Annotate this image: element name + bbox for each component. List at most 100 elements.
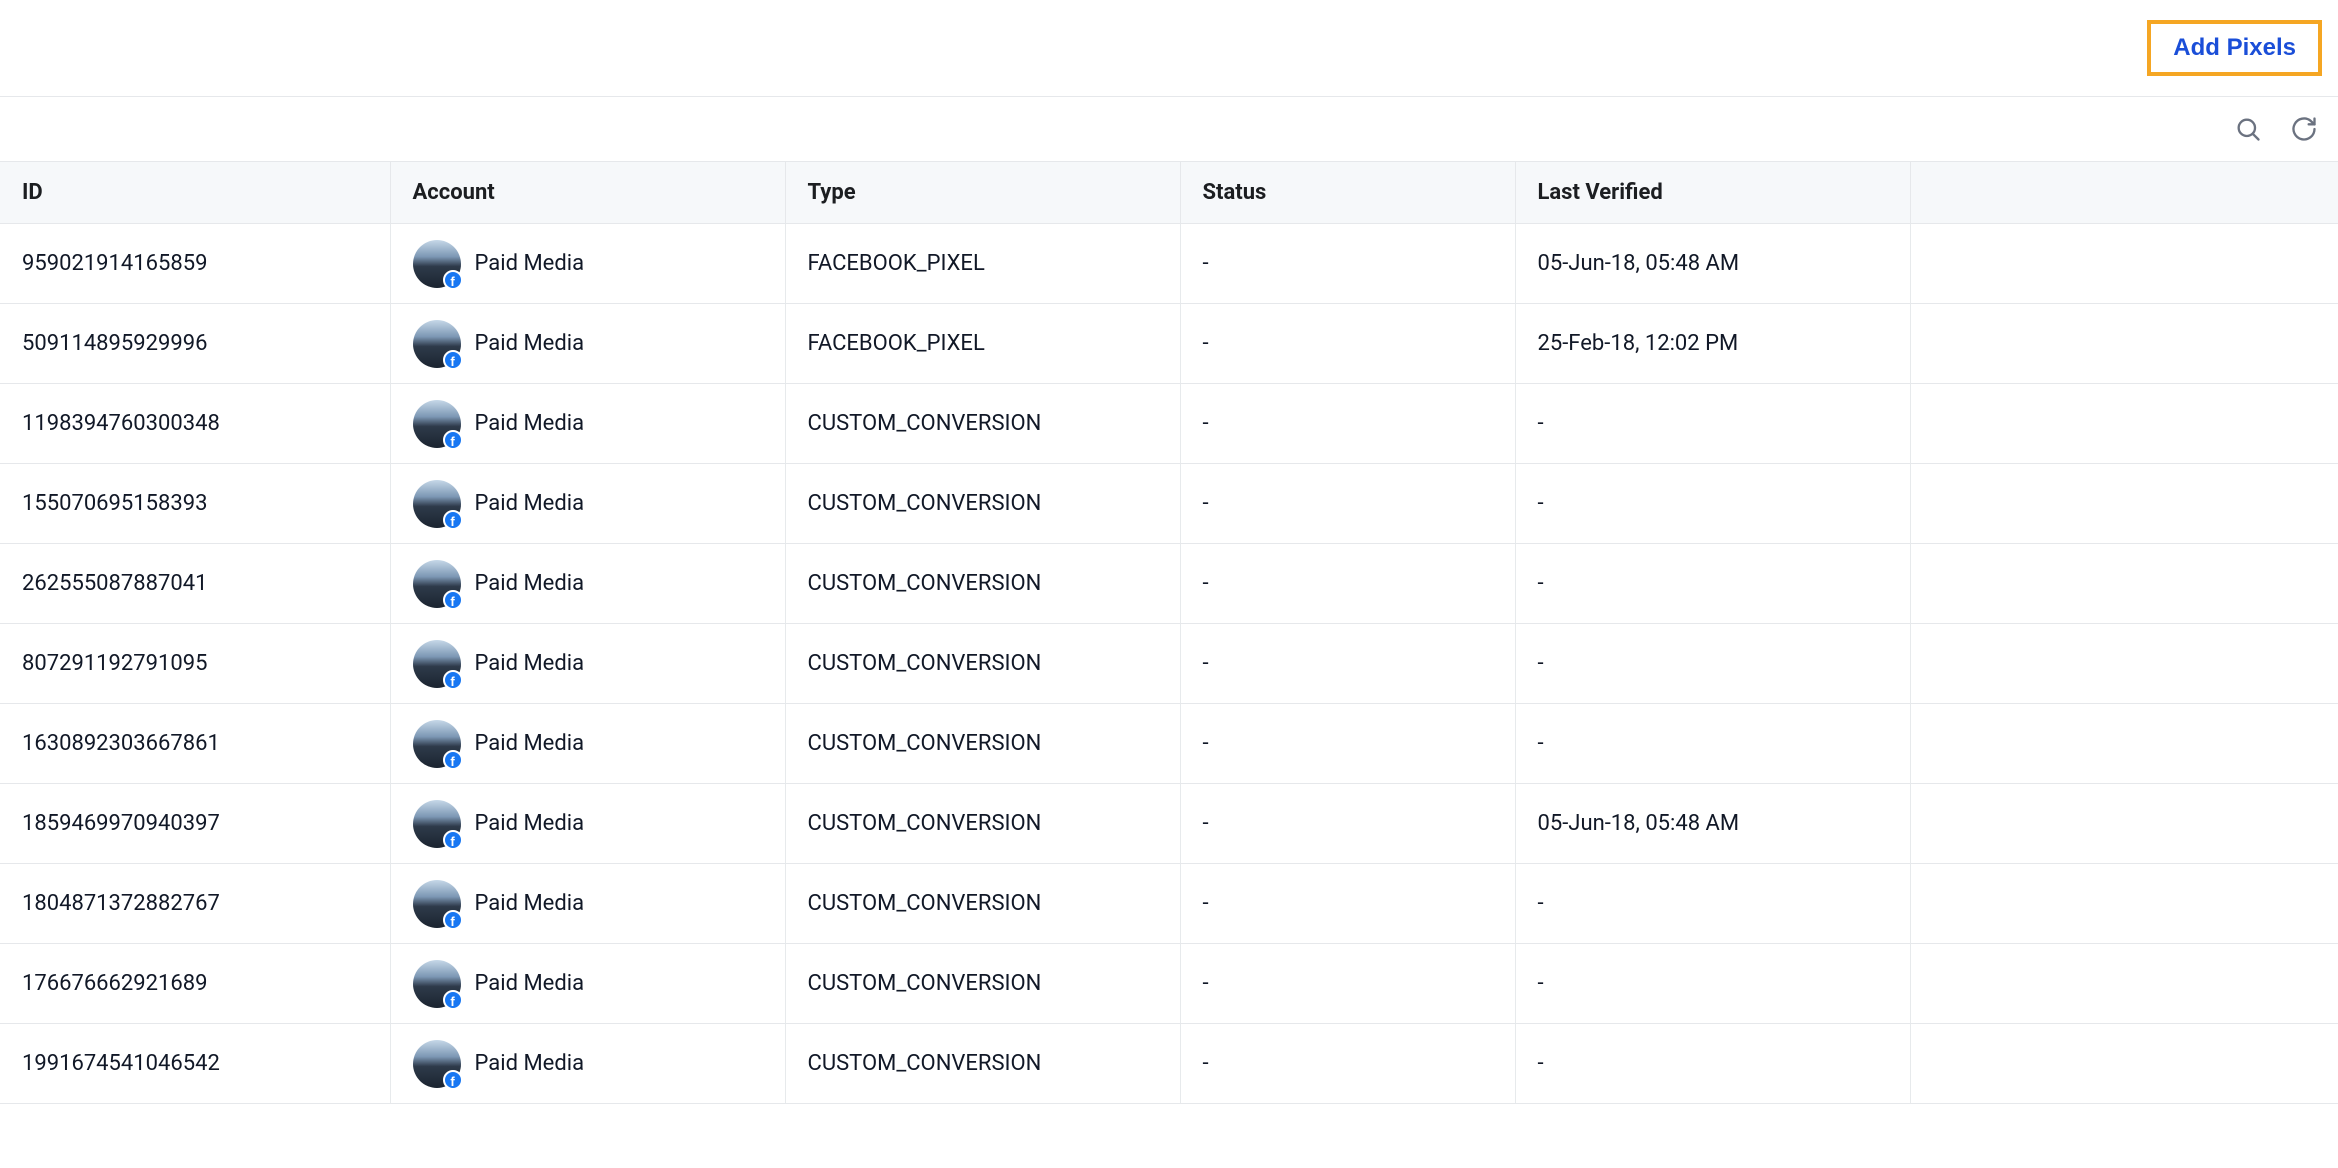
account-name-label: Paid Media <box>475 571 585 596</box>
table-row[interactable]: 1991674541046542 f Paid Media CUSTOM_CONVER… <box>0 1024 2338 1104</box>
account-name-label: Paid Media <box>475 1051 585 1076</box>
cell-account: fPaid Media <box>390 784 785 864</box>
cell-actions <box>1910 464 2338 544</box>
cell-actions <box>1910 944 2338 1024</box>
account-name-label: Paid Media <box>475 651 585 676</box>
table-row[interactable]: 1198394760300348 f Paid Media CUSTOM_CONVER… <box>0 384 2338 464</box>
cell-status: - <box>1180 544 1515 624</box>
facebook-badge-icon: f <box>443 270 463 290</box>
account-name-label: Paid Media <box>475 411 585 436</box>
cell-status: - <box>1180 224 1515 304</box>
cell-account: f Paid Media <box>390 224 785 304</box>
avatar: f <box>413 880 461 928</box>
cell-last-verified: - <box>1515 704 1910 784</box>
cell-account: fPaid Media <box>390 944 785 1024</box>
cell-account: f Paid Media <box>390 464 785 544</box>
cell-id: 1630892303667861 <box>0 704 390 784</box>
avatar: f <box>413 320 461 368</box>
avatar: f <box>413 400 461 448</box>
cell-last-verified: - <box>1515 544 1910 624</box>
account-name-label: Paid Media <box>475 331 585 356</box>
cell-id: 1991674541046542 <box>0 1024 390 1104</box>
avatar: f <box>413 480 461 528</box>
cell-type: CUSTOM_CONVERSION <box>785 384 1180 464</box>
cell-account: f Paid Media <box>390 544 785 624</box>
cell-actions <box>1910 1024 2338 1104</box>
avatar: f <box>413 640 461 688</box>
cell-id: 1859469970940397 <box>0 784 390 864</box>
avatar: f <box>413 800 461 848</box>
cell-id: 1198394760300348 <box>0 384 390 464</box>
avatar: f <box>413 720 461 768</box>
cell-last-verified: - <box>1515 464 1910 544</box>
cell-last-verified: 25-Feb-18, 12:02 PM <box>1515 304 1910 384</box>
facebook-badge-icon: f <box>443 670 463 690</box>
cell-account: f Paid Media <box>390 624 785 704</box>
facebook-badge-icon: f <box>443 590 463 610</box>
table-row[interactable]: 176676662921689fPaid MediaCUSTOM_CONVERS… <box>0 944 2338 1024</box>
facebook-badge-icon: f <box>443 1070 463 1090</box>
cell-account: f Paid Media <box>390 1024 785 1104</box>
table-row[interactable]: 807291192791095fPaid MediaCUSTOM_CONVERS… <box>0 624 2338 704</box>
cell-last-verified: - <box>1515 384 1910 464</box>
cell-last-verified: 05-Jun-18, 05:48 AM <box>1515 784 1910 864</box>
refresh-icon <box>2290 115 2318 143</box>
table-row[interactable]: 155070695158393 f Paid Media CUSTOM_CONVERS… <box>0 464 2338 544</box>
account-name-label: Paid Media <box>475 491 585 516</box>
table-row[interactable]: 262555087887041 f Paid Media CUSTOM_CONVERS… <box>0 544 2338 624</box>
column-header-type[interactable]: Type <box>785 162 1180 224</box>
cell-actions <box>1910 224 2338 304</box>
header-bar: Add Pixels <box>0 0 2338 97</box>
column-header-status[interactable]: Status <box>1180 162 1515 224</box>
cell-status: - <box>1180 304 1515 384</box>
table-row[interactable]: 1630892303667861fPaid MediaCUSTOM_CONVER… <box>0 704 2338 784</box>
cell-status: - <box>1180 864 1515 944</box>
cell-type: CUSTOM_CONVERSION <box>785 944 1180 1024</box>
toolbar <box>0 97 2338 162</box>
cell-account: fPaid Media <box>390 704 785 784</box>
cell-type: CUSTOM_CONVERSION <box>785 1024 1180 1104</box>
facebook-badge-icon: f <box>443 430 463 450</box>
column-header-account[interactable]: Account <box>390 162 785 224</box>
table-row[interactable]: 959021914165859fPaid MediaFACEBOOK_PIXEL… <box>0 224 2338 304</box>
facebook-badge-icon: f <box>443 830 463 850</box>
cell-id: 509114895929996 <box>0 304 390 384</box>
account-name-label: Paid Media <box>475 971 585 996</box>
table-row[interactable]: 509114895929996 f Paid Media FACEBOOK_PIXEL… <box>0 304 2338 384</box>
cell-last-verified: - <box>1515 944 1910 1024</box>
cell-id: 262555087887041 <box>0 544 390 624</box>
cell-last-verified: 05-Jun-18, 05:48 AM <box>1515 224 1910 304</box>
cell-last-verified: - <box>1515 1024 1910 1104</box>
facebook-badge-icon: f <box>443 510 463 530</box>
cell-type: CUSTOM_CONVERSION <box>785 784 1180 864</box>
cell-type: CUSTOM_CONVERSION <box>785 544 1180 624</box>
cell-account: fPaid Media <box>390 864 785 944</box>
refresh-button[interactable] <box>2290 115 2318 143</box>
avatar: f <box>413 240 461 288</box>
table-row[interactable]: 1859469970940397fPaid MediaCUSTOM_CONVER… <box>0 784 2338 864</box>
cell-status: - <box>1180 384 1515 464</box>
account-name-label: Paid Media <box>475 251 585 276</box>
cell-type: CUSTOM_CONVERSION <box>785 704 1180 784</box>
table-row[interactable]: 1804871372882767fPaid MediaCUSTOM_CONVER… <box>0 864 2338 944</box>
cell-actions <box>1910 304 2338 384</box>
cell-status: - <box>1180 464 1515 544</box>
cell-id: 959021914165859 <box>0 224 390 304</box>
cell-account: f Paid Media <box>390 384 785 464</box>
cell-type: CUSTOM_CONVERSION <box>785 624 1180 704</box>
cell-account: f Paid Media <box>390 304 785 384</box>
cell-type: CUSTOM_CONVERSION <box>785 464 1180 544</box>
cell-actions <box>1910 784 2338 864</box>
cell-actions <box>1910 544 2338 624</box>
cell-last-verified: - <box>1515 624 1910 704</box>
cell-type: CUSTOM_CONVERSION <box>785 864 1180 944</box>
facebook-badge-icon: f <box>443 750 463 770</box>
cell-type: FACEBOOK_PIXEL <box>785 304 1180 384</box>
column-header-last-verified[interactable]: Last Verified <box>1515 162 1910 224</box>
search-icon <box>2234 115 2262 143</box>
cell-id: 155070695158393 <box>0 464 390 544</box>
add-pixels-button[interactable]: Add Pixels <box>2147 20 2322 76</box>
search-button[interactable] <box>2234 115 2262 143</box>
column-header-id[interactable]: ID <box>0 162 390 224</box>
avatar: f <box>413 560 461 608</box>
